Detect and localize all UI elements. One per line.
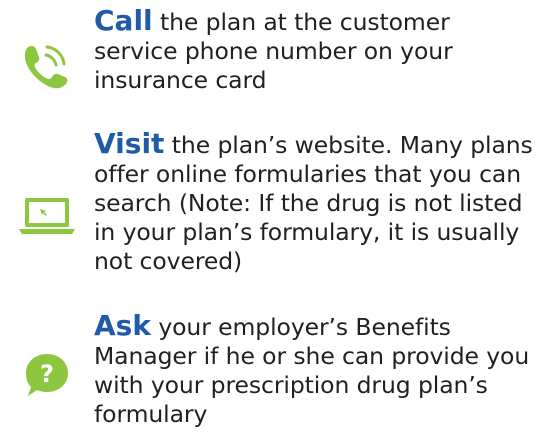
ask-keyword: Ask xyxy=(94,309,151,342)
ask-text: your employer’s Benefits Manager if he o… xyxy=(94,313,530,428)
ask-instruction: Ask your employer’s Benefits Manager if … xyxy=(94,311,540,429)
call-keyword: Call xyxy=(94,4,153,37)
question-bubble-icon: ? xyxy=(24,352,70,402)
call-instruction: Call the plan at the customer service ph… xyxy=(94,6,540,95)
visit-instruction: Visit the plan’s website. Many plans off… xyxy=(94,129,540,276)
phone-icon xyxy=(22,43,70,93)
visit-keyword: Visit xyxy=(94,127,165,160)
laptop-icon xyxy=(17,196,77,240)
svg-text:?: ? xyxy=(40,360,54,388)
